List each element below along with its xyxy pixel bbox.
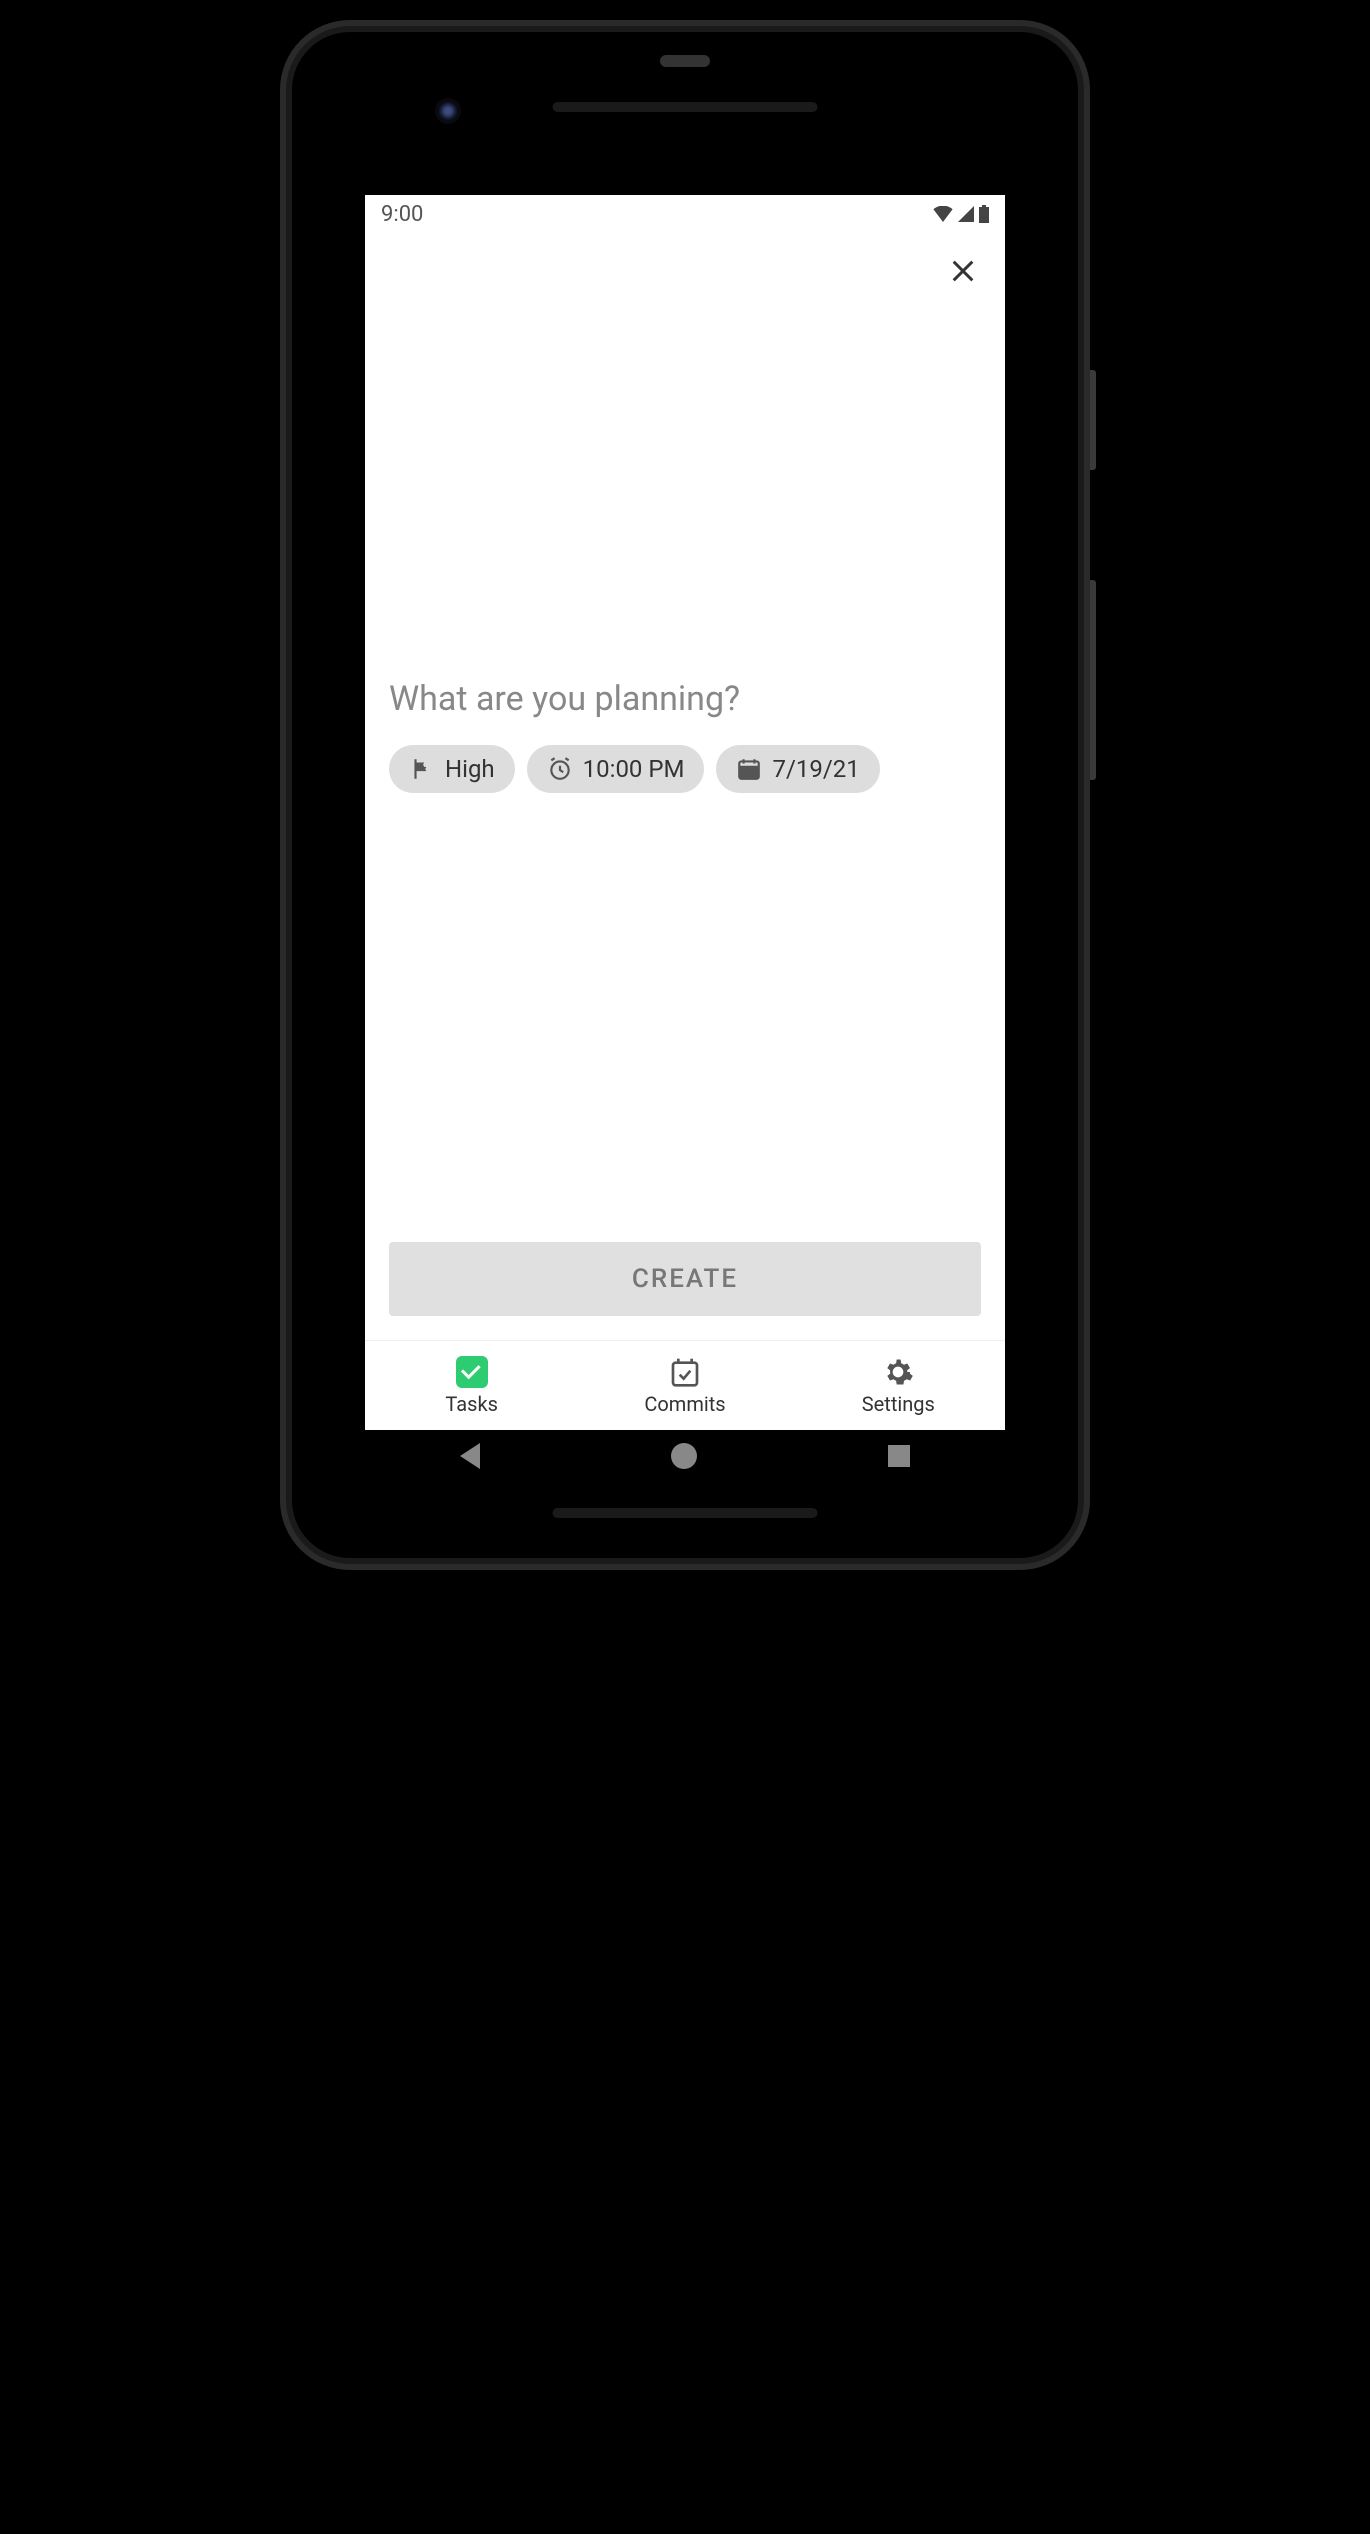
close-icon [949,257,977,285]
notch [660,55,710,67]
task-input[interactable]: What are you planning? [389,679,981,719]
status-icons [933,205,989,223]
nav-commits[interactable]: Commits [578,1356,791,1416]
spacer [389,299,981,679]
android-recent-button[interactable] [888,1445,910,1467]
priority-chip[interactable]: High [389,745,515,793]
app-bar [365,233,1005,299]
signal-icon [957,206,975,222]
android-nav-bar [365,1432,1005,1480]
battery-icon [979,205,989,223]
calendar-check-icon [669,1356,701,1388]
screen: 9:00 What are you planning? [365,195,1005,1430]
nav-commits-label: Commits [644,1392,725,1416]
nav-settings-label: Settings [862,1392,935,1416]
priority-label: High [445,755,495,783]
phone-frame: 9:00 What are you planning? [280,20,1090,1570]
close-button[interactable] [945,253,981,289]
flag-icon [409,756,435,782]
camera [435,98,461,124]
gear-icon [882,1356,914,1388]
side-button [1090,580,1096,780]
calendar-icon [736,756,762,782]
status-bar: 9:00 [365,195,1005,233]
speaker [553,1508,818,1518]
nav-settings[interactable]: Settings [792,1356,1005,1416]
nav-tasks-label: Tasks [445,1392,498,1416]
spacer [389,793,981,1242]
create-button[interactable]: CREATE [389,1242,981,1316]
time-label: 10:00 PM [583,755,685,783]
chips-row: High 10:00 PM [389,745,981,793]
side-button [1090,370,1096,470]
android-back-button[interactable] [460,1443,480,1469]
status-time: 9:00 [381,202,423,227]
check-icon [456,1356,488,1388]
speaker [553,102,818,112]
wifi-icon [933,206,953,222]
nav-tasks[interactable]: Tasks [365,1356,578,1416]
alarm-icon [547,756,573,782]
content: What are you planning? High [365,299,1005,1340]
date-chip[interactable]: 7/19/21 [716,745,879,793]
date-label: 7/19/21 [772,755,859,783]
android-home-button[interactable] [671,1443,697,1469]
bottom-nav: Tasks Commits [365,1340,1005,1430]
time-chip[interactable]: 10:00 PM [527,745,705,793]
